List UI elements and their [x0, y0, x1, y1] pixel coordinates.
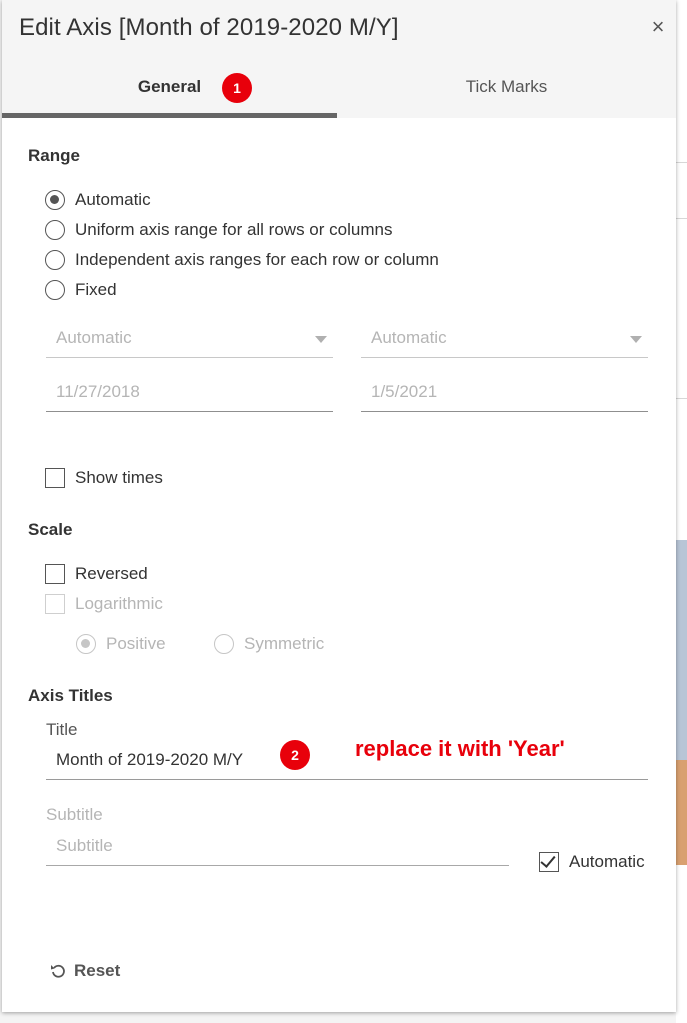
subtitle-field-label: Subtitle: [46, 805, 103, 824]
axis-title-value: Month of 2019-2020 M/Y: [56, 750, 244, 769]
background-chart: [676, 760, 687, 865]
range-option-label: Independent axis ranges for each row or …: [75, 250, 439, 269]
range-option-label: Fixed: [75, 280, 117, 299]
positive-label: Positive: [106, 634, 166, 653]
scale-option-symmetric: Symmetric: [214, 632, 324, 656]
show-times-checkbox[interactable]: Show times: [45, 466, 163, 490]
radio-icon: [76, 634, 96, 654]
close-icon[interactable]: ×: [647, 16, 669, 38]
radio-icon: [214, 634, 234, 654]
automatic-label: Automatic: [569, 852, 645, 871]
scale-option-positive: Positive: [76, 632, 166, 656]
logarithmic-label: Logarithmic: [75, 594, 163, 613]
range-option-label: Automatic: [75, 190, 151, 209]
step-badge-2: 2: [280, 740, 310, 770]
range-start-date-value: 11/27/2018: [56, 382, 140, 401]
background-strip: [676, 0, 687, 1023]
scale-heading: Scale: [28, 520, 73, 539]
instruction-annotation: replace it with 'Year': [355, 736, 565, 761]
show-times-label: Show times: [75, 468, 163, 487]
dialog-titlebar: Edit Axis [Month of 2019-2020 M/Y] ×: [2, 0, 676, 60]
reset-button[interactable]: Reset: [50, 961, 120, 981]
tab-bar: General 1 Tick Marks: [2, 60, 676, 118]
range-option-automatic[interactable]: Automatic: [45, 188, 151, 212]
tab-tick-marks-label: Tick Marks: [465, 77, 548, 96]
axis-subtitle-placeholder: Subtitle: [56, 836, 113, 855]
checkbox-icon: [45, 564, 65, 584]
subtitle-automatic-checkbox[interactable]: Automatic: [539, 852, 645, 872]
checkbox-checked-icon: [539, 852, 559, 872]
axis-titles-heading: Axis Titles: [28, 686, 113, 705]
step-badge-1: 1: [222, 73, 252, 103]
axis-subtitle-input[interactable]: Subtitle: [46, 826, 509, 866]
reset-label: Reset: [74, 961, 121, 980]
checkbox-icon: [45, 594, 65, 614]
range-option-fixed[interactable]: Fixed: [45, 278, 117, 302]
radio-icon: [45, 250, 65, 270]
reversed-checkbox[interactable]: Reversed: [45, 562, 148, 586]
symmetric-label: Symmetric: [244, 634, 325, 653]
range-start-select-value: Automatic: [56, 328, 132, 347]
background-divider: [676, 218, 687, 219]
background-divider: [676, 398, 687, 399]
checkbox-icon: [45, 468, 65, 488]
active-tab-indicator: [2, 113, 337, 118]
logarithmic-checkbox: Logarithmic: [45, 592, 163, 616]
title-field-label: Title: [46, 720, 78, 739]
range-end-select[interactable]: Automatic: [361, 318, 648, 358]
dialog-title: Edit Axis [Month of 2019-2020 M/Y]: [19, 14, 399, 41]
range-end-date-input[interactable]: 1/5/2021: [361, 372, 648, 412]
tab-tick-marks[interactable]: Tick Marks: [337, 60, 676, 118]
radio-icon: [45, 280, 65, 300]
range-option-label: Uniform axis range for all rows or colum…: [75, 220, 393, 239]
range-option-uniform[interactable]: Uniform axis range for all rows or colum…: [45, 218, 392, 242]
chevron-down-icon: [630, 336, 642, 343]
edit-axis-dialog: Edit Axis [Month of 2019-2020 M/Y] × Gen…: [2, 0, 676, 1012]
tab-general-label: General: [137, 77, 202, 96]
reversed-label: Reversed: [75, 564, 148, 583]
range-heading: Range: [28, 146, 80, 165]
tab-general[interactable]: General: [2, 60, 337, 118]
radio-icon: [45, 190, 65, 210]
background-divider: [676, 162, 687, 163]
range-start-select[interactable]: Automatic: [46, 318, 333, 358]
radio-icon: [45, 220, 65, 240]
chevron-down-icon: [315, 336, 327, 343]
range-option-independent[interactable]: Independent axis ranges for each row or …: [45, 248, 439, 272]
reset-icon: [51, 964, 65, 978]
range-start-date-input[interactable]: 11/27/2018: [46, 372, 333, 412]
range-end-select-value: Automatic: [371, 328, 447, 347]
range-end-date-value: 1/5/2021: [371, 382, 438, 401]
